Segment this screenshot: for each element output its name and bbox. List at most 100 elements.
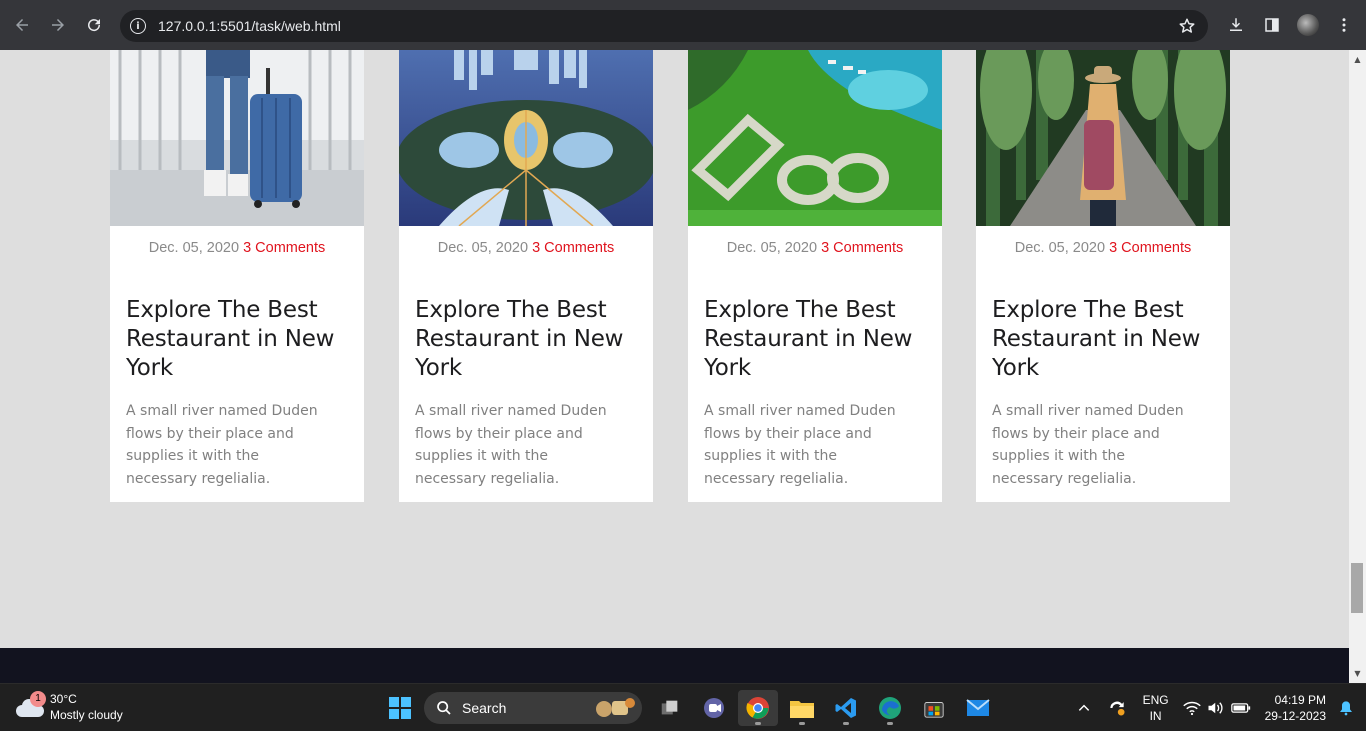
running-indicator [843,722,849,725]
card-image-forest-path[interactable] [976,50,1230,226]
card-excerpt: A small river named Duden flows by their… [992,403,1184,487]
active-indicator [755,722,761,725]
traveler-luggage-image [110,50,364,226]
forest-path-image [976,50,1230,226]
card-comments-link[interactable]: 3 Comments [821,240,903,256]
weather-condition: Mostly cloudy [50,708,123,722]
browser-toolbar: i 127.0.0.1:5501/task/web.html [0,0,1366,50]
blog-card[interactable]: Dec. 05, 2020 3 Comments Explore The Bes… [976,50,1230,502]
card-date: Dec. 05, 2020 [148,240,240,256]
toolbar-actions [1218,0,1366,50]
windows-taskbar: 1 30°C Mostly cloudy Search ENG IN 04:19… [0,683,1366,731]
running-indicator [799,722,805,725]
reload-icon [88,19,101,32]
edge-button[interactable] [870,690,910,726]
cloud-icon: 1 [16,691,46,717]
region-code: IN [1149,709,1162,723]
bookmark-star-icon[interactable] [1178,17,1196,35]
vscode-icon [835,698,856,718]
avatar [1297,14,1319,36]
card-date: Dec. 05, 2020 [437,240,529,256]
taskbar-apps: Search [380,690,1002,726]
chat-icon [704,698,724,718]
card-title[interactable]: Explore The Best Restaurant in New York [992,296,1214,383]
side-panel-icon [1265,18,1279,32]
scroll-down-arrow-icon[interactable]: ▼ [1353,669,1362,678]
taskbar-clock[interactable]: 04:19 PM 29-12-2023 [1265,692,1326,724]
mail-icon [966,699,990,716]
volume-icon[interactable] [1207,700,1225,716]
more-vertical-icon [1342,18,1346,32]
wifi-icon[interactable] [1182,700,1201,716]
search-highlight-icon [596,698,635,717]
page-scrollbar[interactable]: ▲ ▼ [1349,50,1366,683]
card-comments-link[interactable]: 3 Comments [532,240,614,256]
card-title[interactable]: Explore The Best Restaurant in New York [704,296,926,383]
chrome-icon [746,697,769,719]
store-icon [924,702,944,718]
profile-button[interactable] [1290,7,1326,43]
card-title[interactable]: Explore The Best Restaurant in New York [415,296,637,383]
mail-button[interactable] [958,690,998,726]
sync-icon[interactable] [1107,698,1127,718]
page-footer [0,648,1349,683]
taskbar-search[interactable]: Search [424,692,642,724]
clock-time: 04:19 PM [1274,693,1326,707]
language-code: ENG [1142,693,1169,707]
notification-bell-icon[interactable] [1338,700,1354,716]
notification-badge: 1 [30,691,46,707]
blog-card[interactable]: Dec. 05, 2020 3 Comments Explore The Bes… [688,50,942,502]
forward-button[interactable] [40,7,76,43]
task-view-icon [661,700,678,715]
address-bar[interactable]: i 127.0.0.1:5501/task/web.html [120,10,1208,42]
url-text[interactable]: 127.0.0.1:5501/task/web.html [158,18,341,34]
chrome-taskbar-button[interactable] [738,690,778,726]
futuristic-city-image [399,50,653,226]
task-view-button[interactable] [650,690,690,726]
forward-arrow-icon [52,19,64,31]
clock-date: 29-12-2023 [1264,709,1326,723]
card-comments-link[interactable]: 3 Comments [243,240,325,256]
teams-chat-button[interactable] [694,690,734,726]
page-content: Dec. 05, 2020 3 Comments Explore The Bes… [0,50,1349,648]
system-tray: ENG IN 04:19 PM 29-12-2023 [1077,684,1366,731]
blog-card[interactable]: Dec. 05, 2020 3 Comments Explore The Bes… [399,50,653,502]
card-date: Dec. 05, 2020 [726,240,818,256]
blog-card[interactable]: Dec. 05, 2020 3 Comments Explore The Bes… [110,50,364,502]
downloads-button[interactable] [1218,7,1254,43]
card-meta: Dec. 05, 2020 3 Comments [110,240,364,256]
weather-temp: 30°C [50,692,77,706]
card-image-traveler-luggage[interactable] [110,50,364,226]
card-image-futuristic-city[interactable] [399,50,653,226]
reload-button[interactable] [76,7,112,43]
resort-aerial-image [688,50,942,226]
search-label: Search [462,700,507,716]
card-meta: Dec. 05, 2020 3 Comments [399,240,653,256]
file-explorer-button[interactable] [782,690,822,726]
card-comments-link[interactable]: 3 Comments [1109,240,1191,256]
language-indicator[interactable]: ENG IN [1143,692,1169,724]
battery-icon[interactable] [1230,701,1251,715]
card-excerpt: A small river named Duden flows by their… [126,403,318,487]
edge-icon [879,697,901,719]
weather-widget[interactable]: 1 30°C Mostly cloudy [16,691,123,723]
card-meta: Dec. 05, 2020 3 Comments [688,240,942,256]
back-arrow-icon [16,19,28,31]
card-meta: Dec. 05, 2020 3 Comments [976,240,1230,256]
scroll-up-arrow-icon[interactable]: ▲ [1353,55,1362,64]
vscode-button[interactable] [826,690,866,726]
running-indicator [887,722,893,725]
start-button[interactable] [380,690,420,726]
card-date: Dec. 05, 2020 [1014,240,1106,256]
store-button[interactable] [914,690,954,726]
card-image-resort-aerial[interactable] [688,50,942,226]
menu-button[interactable] [1326,7,1362,43]
site-info-icon[interactable]: i [130,18,146,34]
search-icon [437,701,451,715]
side-panel-button[interactable] [1254,7,1290,43]
back-button[interactable] [4,7,40,43]
scrollbar-thumb[interactable] [1351,563,1363,613]
card-excerpt: A small river named Duden flows by their… [415,403,607,487]
card-title[interactable]: Explore The Best Restaurant in New York [126,296,348,383]
chevron-up-icon[interactable] [1077,701,1091,715]
